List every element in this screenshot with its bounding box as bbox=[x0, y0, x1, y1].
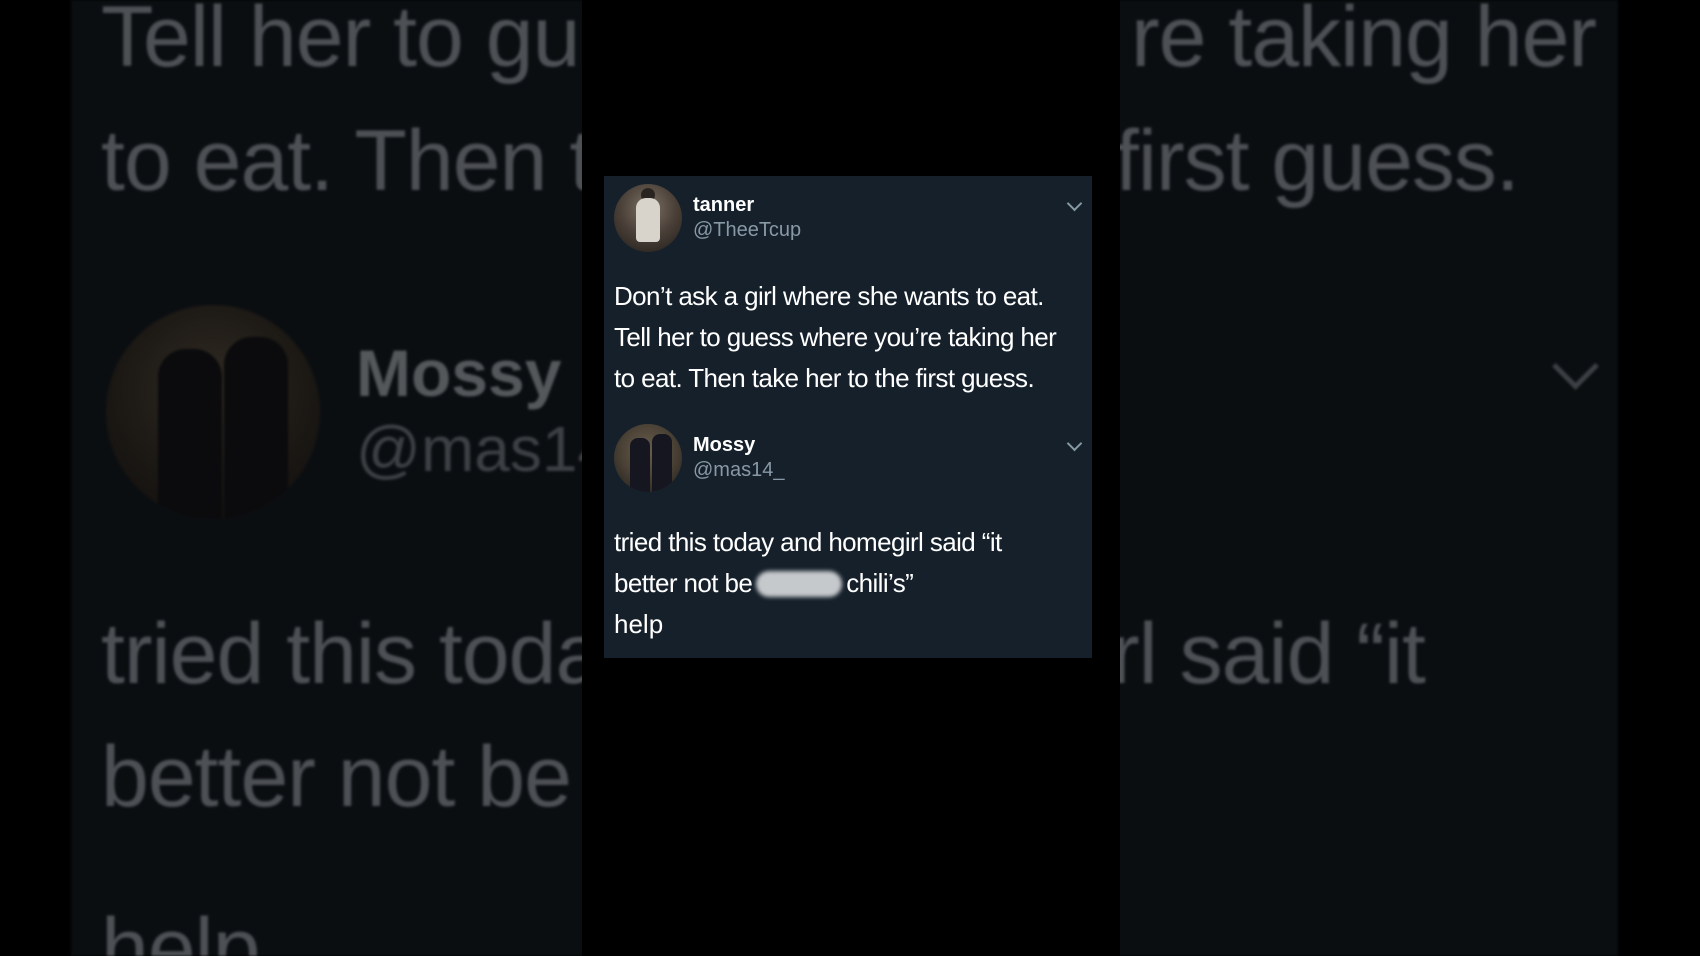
chevron-down-icon[interactable] bbox=[1066, 435, 1083, 452]
bg-text-line: first guess. bbox=[1115, 113, 1520, 209]
tweet-text: tried this today and homegirl said “it b… bbox=[614, 522, 1084, 604]
username-handle[interactable]: @mas14_ bbox=[693, 459, 784, 482]
tweet-text-line: Tell her to guess where you’re taking he… bbox=[614, 322, 1057, 352]
bg-text-line: to eat. Then t bbox=[101, 113, 593, 209]
tweet-text-line: to eat. Then take her to the first guess… bbox=[614, 363, 1035, 393]
text-before-censor: better not be bbox=[614, 568, 753, 598]
bg-name: Mossy bbox=[356, 336, 562, 410]
tweet-text-line: better not be chili’s” bbox=[614, 563, 1084, 604]
bg-handle: @mas14 bbox=[356, 413, 614, 485]
bg-chevron-down-icon bbox=[1552, 343, 1599, 390]
display-name[interactable]: Mossy bbox=[693, 434, 755, 457]
censored-word-blur bbox=[756, 571, 843, 597]
text-after-censor: chili’s” bbox=[846, 568, 914, 598]
avatar[interactable] bbox=[614, 184, 682, 252]
bg-text-line: re taking her bbox=[1131, 0, 1597, 85]
bg-avatar bbox=[106, 305, 320, 519]
tweet-text-line: tried this today and homegirl said “it bbox=[614, 527, 1002, 557]
bg-text-line: help bbox=[101, 901, 261, 956]
tweet-text-line: Don’t ask a girl where she wants to eat. bbox=[614, 281, 1044, 311]
avatar[interactable] bbox=[614, 424, 682, 492]
display-name[interactable]: tanner bbox=[693, 194, 754, 217]
bg-text-line: rl said “it bbox=[1111, 606, 1426, 702]
bg-text-line: better not be bbox=[101, 729, 572, 825]
tweet-thread-card: tanner @TheeTcup Don’t ask a girl where … bbox=[604, 176, 1092, 658]
tweet-text: Don’t ask a girl where she wants to eat.… bbox=[614, 276, 1084, 399]
bg-text-line: tried this toda bbox=[101, 606, 603, 702]
username-handle[interactable]: @TheeTcup bbox=[693, 219, 801, 242]
tweet-text-help: help bbox=[614, 609, 664, 639]
bg-text-line: Tell her to gu bbox=[101, 0, 580, 85]
video-frame: Tell her to gu re taking her to eat. The… bbox=[0, 0, 1700, 956]
chevron-down-icon[interactable] bbox=[1066, 195, 1083, 212]
